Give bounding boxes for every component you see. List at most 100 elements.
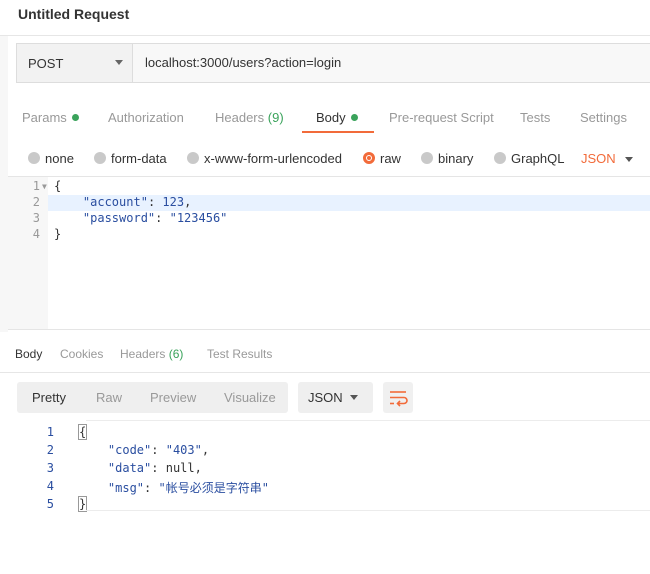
tab-label: Cookies [60,347,104,361]
body-type-selector: none form-data x-www-form-urlencoded raw… [0,146,650,172]
url-input[interactable]: localhost:3000/users?action=login [145,55,341,70]
tab-settings[interactable]: Settings [580,110,627,125]
json-key: "code" [107,443,152,457]
view-pretty[interactable]: Pretty [32,390,66,405]
json-value: "123456" [169,211,228,225]
response-view-tabs: Pretty Raw Preview Visualize [17,382,288,413]
matched-bracket: } [77,496,88,512]
radio-label: binary [438,151,474,166]
radio-selected-icon [363,152,375,164]
line-number: 2 [46,443,54,457]
matched-bracket: { [77,424,88,440]
chevron-down-icon [350,395,358,400]
code-line: "account": 123, [82,195,192,209]
format-label: JSON [581,151,616,166]
tab-label: Tests [520,110,551,125]
line-number: 1 [32,179,40,193]
code-line: { [54,179,62,193]
line-number: 3 [46,461,54,475]
url-bar: POST localhost:3000/users?action=login [16,43,650,83]
code-line: "data": null, [107,461,202,475]
divider [0,35,650,36]
code-line: } [54,227,62,241]
radio-form-data[interactable]: form-data [94,151,167,166]
tab-test-results[interactable]: Test Results [207,347,272,361]
chevron-down-icon [115,60,123,65]
radio-label: GraphQL [511,151,565,166]
tab-count: (6) [168,347,184,361]
json-key: "data" [107,461,152,475]
format-label: JSON [308,390,343,405]
left-panel-edge [0,36,8,332]
line-number: 2 [32,195,40,209]
tab-label: Test Results [207,347,273,361]
json-value: "403" [165,443,202,457]
json-value: null [165,461,195,475]
divider [86,510,650,511]
request-body-editor[interactable]: 1 ▼ 2 3 4 { "account": 123, "password": … [8,176,650,330]
active-dot-icon [71,114,79,121]
json-key: "account" [82,195,148,209]
line-number: 5 [46,497,54,511]
line-number: 4 [46,479,54,493]
tab-headers[interactable]: Headers (9) [215,110,284,125]
radio-circle-icon [187,152,199,164]
tab-count: (9) [267,110,284,125]
tab-label: Authorization [108,110,184,125]
radio-circle-icon [94,152,106,164]
fold-arrow-icon[interactable]: ▼ [42,182,47,191]
tab-authorization[interactable]: Authorization [108,110,184,125]
code-line: "code": "403", [107,443,210,457]
radio-raw[interactable]: raw [363,151,401,166]
divider [0,372,650,373]
tab-label: Body [316,110,346,125]
tab-label: Headers [120,347,166,361]
radio-label: raw [380,151,401,166]
tab-response-body[interactable]: Body [15,347,42,361]
tab-label: Pre-request Script [389,110,494,125]
json-value: "帐号必须是字符串" [158,481,269,495]
tab-pre-request-script[interactable]: Pre-request Script [389,110,494,125]
active-tab-indicator [302,131,374,133]
json-key: "msg" [107,481,145,495]
method-select[interactable]: POST [17,44,133,82]
radio-none[interactable]: none [28,151,74,166]
wrap-lines-button[interactable] [383,382,413,413]
radio-circle-icon [28,152,40,164]
radio-circle-icon [494,152,506,164]
radio-label: x-www-form-urlencoded [204,151,342,166]
line-number: 3 [32,211,40,225]
radio-circle-icon [421,152,433,164]
response-format-select[interactable]: JSON [298,382,373,413]
radio-urlencoded[interactable]: x-www-form-urlencoded [187,151,342,166]
radio-binary[interactable]: binary [421,151,473,166]
tab-body[interactable]: Body [316,110,358,125]
json-value: 123 [162,195,185,209]
view-raw[interactable]: Raw [96,390,122,405]
line-number: 1 [46,425,54,439]
response-tabs: Body Cookies Headers (6) Test Results [0,344,650,368]
tab-response-headers[interactable]: Headers (6) [120,347,183,361]
wrap-lines-icon [390,391,408,407]
tab-label: Params [22,110,67,125]
line-number: 4 [32,227,40,241]
radio-graphql[interactable]: GraphQL [494,151,564,166]
method-label: POST [28,55,64,71]
tab-tests[interactable]: Tests [520,110,550,125]
tab-cookies[interactable]: Cookies [60,347,103,361]
active-dot-icon [350,114,358,121]
request-title[interactable]: Untitled Request [18,6,129,22]
code-line: "password": "123456" [82,211,228,225]
response-body-viewer: 1 2 3 4 5 { "code": "403", "data": null,… [8,420,650,520]
body-format-select[interactable]: JSON [581,151,616,166]
view-preview[interactable]: Preview [150,390,196,405]
code-line: "msg": "帐号必须是字符串" [107,481,269,495]
view-visualize[interactable]: Visualize [224,390,276,405]
chevron-down-icon [625,157,633,162]
json-key: "password" [82,211,156,225]
radio-label: form-data [111,151,167,166]
tab-params[interactable]: Params [22,110,79,125]
code-line: { [77,424,88,440]
radio-label: none [45,151,74,166]
tab-label: Body [15,347,43,361]
